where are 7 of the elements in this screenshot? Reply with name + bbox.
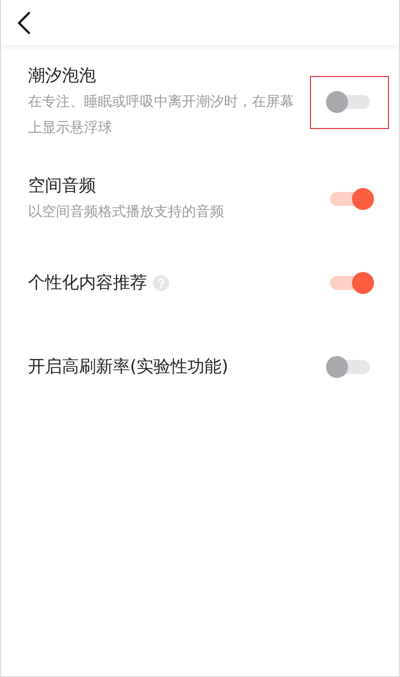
setting-title: 潮汐泡泡 [28, 65, 96, 88]
back-button[interactable] [17, 12, 31, 34]
setting-title: 开启高刷新率(实验性功能) [28, 356, 228, 378]
setting-description: 以空间音频格式播放支持的音频 [28, 202, 225, 222]
setting-title: 个性化内容推荐 [28, 272, 147, 294]
setting-title: 空间音频 [28, 174, 96, 198]
setting-description: 在专注、睡眠或呼吸中离开潮汐时，在屏幕上显示悬浮球 [28, 93, 295, 138]
